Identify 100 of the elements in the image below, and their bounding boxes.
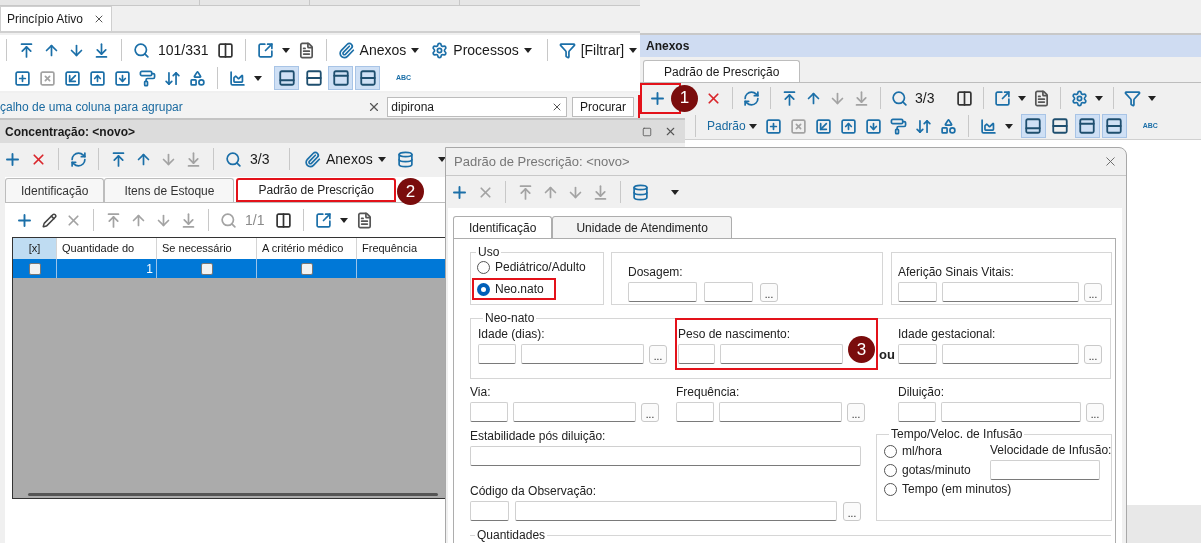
lookup-button[interactable]: ... [843,501,861,521]
database-icon[interactable] [396,150,414,168]
text-field[interactable] [470,446,861,466]
column-header[interactable]: [x] [13,238,57,259]
caret-icon[interactable] [748,123,757,129]
text-field[interactable] [628,282,697,302]
panel-tab[interactable]: Padrão de Prescrição [643,60,801,82]
caret-icon[interactable] [254,75,262,81]
text-field[interactable] [898,402,936,422]
record-tab[interactable]: Itens de Estoque [104,178,235,202]
text-field[interactable] [898,282,937,302]
search-icon[interactable] [220,211,237,229]
document-icon[interactable] [1033,89,1050,107]
shapes-icon[interactable] [939,117,957,135]
toolbar-menu[interactable]: Processos [431,39,532,61]
arrows-icon[interactable] [164,69,181,87]
paint-roller-icon[interactable] [139,69,156,87]
square-arrow-up-icon[interactable] [89,69,106,87]
text-field[interactable] [513,402,636,422]
database-icon[interactable] [632,183,649,201]
lookup-button[interactable]: ... [649,344,667,364]
refresh-icon[interactable] [743,89,760,107]
clear-icon[interactable] [551,101,563,113]
filter-icon[interactable] [558,41,576,59]
record-tab[interactable]: Identificação [5,178,105,202]
radio-button[interactable] [477,260,490,274]
caret-icon[interactable] [1018,95,1026,101]
text-field[interactable] [719,402,842,422]
caret-icon[interactable] [377,156,386,162]
document-icon[interactable] [356,211,373,229]
square-arrow-down-icon[interactable] [864,117,882,135]
maximize-icon[interactable] [642,126,652,137]
caret-icon[interactable] [281,47,290,53]
caret-icon[interactable] [629,47,638,53]
square-x-icon[interactable] [39,69,56,87]
radio-label[interactable]: Tempo (em minutos) [902,480,1012,498]
text-field[interactable] [720,344,843,364]
square-arrow-down-icon[interactable] [114,69,131,87]
form-tab[interactable]: Identificação [453,216,553,238]
checkbox[interactable] [300,262,313,275]
text-field[interactable] [521,344,644,364]
text-field[interactable] [470,501,509,521]
caret-icon[interactable] [437,156,446,162]
search-field[interactable]: dipirona [387,97,567,117]
search-icon[interactable] [891,89,908,107]
radio-button[interactable] [477,282,490,296]
text-field[interactable] [942,344,1079,364]
text-field[interactable] [678,344,715,364]
search-button[interactable]: Procurar [572,97,634,117]
radio-button[interactable] [884,444,897,458]
area-chart-icon[interactable] [229,69,246,87]
lookup-button[interactable]: ... [760,282,778,302]
checkbox[interactable] [28,262,41,275]
square-plus-icon[interactable] [764,117,782,135]
form-tab[interactable]: Unidade de Atendimento [552,216,732,238]
arrow-up-to-line-icon[interactable] [105,211,122,229]
text-field[interactable] [941,402,1081,422]
document-tab[interactable]: Princípio Ativo [0,6,113,31]
text-field[interactable] [942,282,1079,302]
radio-label[interactable]: ml/hora [902,442,942,460]
record-tab[interactable]: Padrão de Prescrição [236,178,396,202]
settings-icon[interactable] [431,41,449,59]
radio-label[interactable]: Pediátrico/Adulto [495,258,586,276]
caret-icon[interactable] [1148,95,1156,101]
checkbox[interactable] [200,262,213,275]
columns-icon[interactable] [275,211,292,229]
arrow-down-to-line-icon[interactable] [93,41,110,59]
document-icon[interactable] [297,41,315,59]
attachments-menu[interactable]: Anexos [304,148,386,170]
square-plus-icon[interactable] [14,69,31,87]
radio-label[interactable]: Neo.nato [495,280,544,298]
close-icon[interactable] [664,125,677,138]
radio-button[interactable] [884,482,897,496]
arrows-icon[interactable] [914,117,932,135]
text-field[interactable] [990,460,1100,480]
text-field[interactable] [676,402,714,422]
text-field[interactable] [704,282,753,302]
search-icon[interactable] [133,41,150,59]
caret-icon[interactable] [340,217,348,223]
shapes-icon[interactable] [189,69,206,87]
close-icon[interactable] [1103,154,1118,169]
text-field[interactable] [515,501,837,521]
area-chart-icon[interactable] [979,117,997,135]
caret-icon[interactable] [671,189,679,195]
caret-icon[interactable] [1095,95,1103,101]
columns-icon[interactable] [956,89,973,107]
radio-label[interactable]: gotas/minuto [902,461,971,479]
paperclip-icon[interactable] [304,150,321,168]
settings-icon[interactable] [1071,89,1088,107]
lookup-button[interactable]: ... [1084,344,1102,364]
lookup-button[interactable]: ... [1084,282,1102,302]
arrow-down-to-line-icon[interactable] [180,211,197,229]
lookup-button[interactable]: ... [847,402,865,422]
external-link-icon[interactable] [315,211,332,229]
text-field[interactable] [898,344,937,364]
radio-button[interactable] [884,463,897,477]
layout-menu[interactable]: Padrão [707,117,757,135]
search-icon[interactable] [225,150,242,168]
caret-icon[interactable] [411,47,420,53]
filter-icon[interactable] [1124,89,1141,107]
